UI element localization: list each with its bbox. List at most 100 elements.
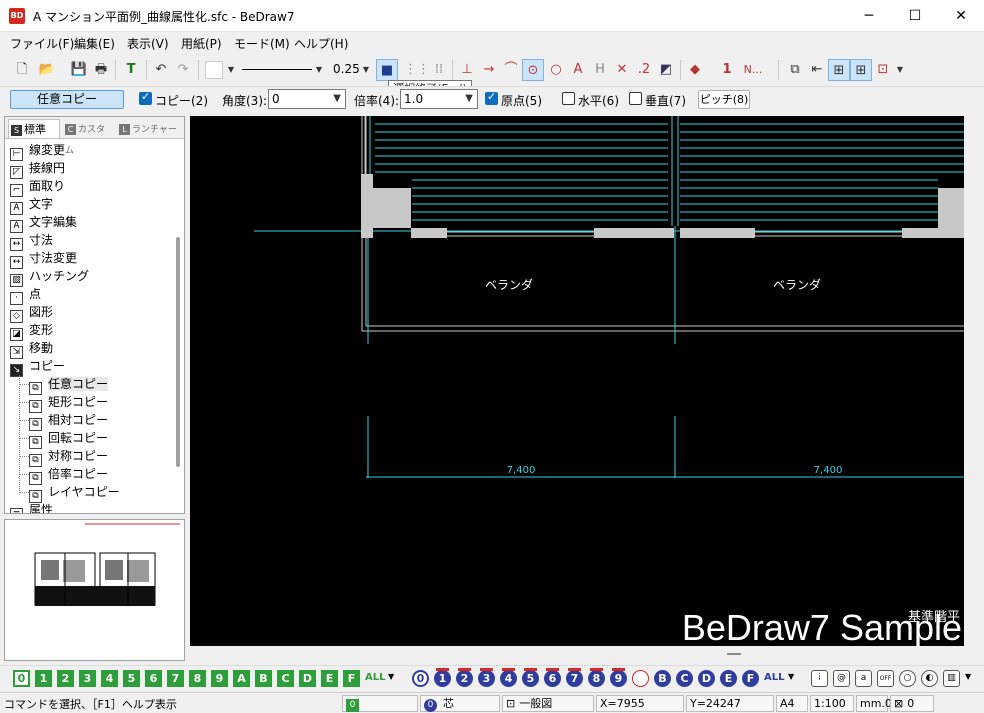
tree-item-dimension[interactable]: ↔ 寸法 [10, 231, 53, 251]
origin-checkbox[interactable] [485, 90, 498, 105]
group-9-button[interactable]: 9 [610, 668, 627, 687]
menu-edit[interactable]: 編集(E) [74, 35, 115, 52]
group-all-button[interactable]: ALL [764, 672, 784, 683]
close-button[interactable]: ✕ [938, 0, 984, 32]
group-a-button[interactable] [632, 670, 649, 687]
group-c-button[interactable]: C [676, 670, 693, 687]
tab-custom[interactable]: C カスタム [63, 119, 113, 156]
group-5-button[interactable]: 5 [522, 668, 539, 687]
layer-2-button[interactable]: 2 [57, 670, 74, 687]
layer-8-button[interactable]: 8 [189, 670, 206, 687]
tree-item-transform[interactable]: ◪ 変形 [10, 321, 53, 341]
more-dropdown-icon[interactable]: ▼ [894, 59, 906, 81]
group-0-button[interactable]: 0 [412, 670, 429, 687]
layer-5-button[interactable]: 5 [123, 670, 140, 687]
print-icon[interactable]: 🖶 [90, 59, 112, 81]
layer-icon[interactable]: ⧉ [784, 59, 806, 81]
tree-sub-arbitrary-copy[interactable]: ⧉ 任意コピー [29, 375, 109, 395]
layer-7-button[interactable]: 7 [167, 670, 184, 687]
eraser-icon[interactable]: ◆ [684, 59, 706, 81]
image-icon[interactable]: ◩ [655, 59, 677, 81]
redo-icon[interactable]: ↷ [172, 59, 194, 81]
move-icon[interactable]: ⊡ [872, 59, 894, 81]
save-icon[interactable]: 💾 [68, 59, 90, 81]
group-8-button[interactable]: 8 [588, 668, 605, 687]
menu-paper[interactable]: 用紙(P) [181, 35, 222, 52]
group-2-button[interactable]: 2 [456, 668, 473, 687]
layer-c-button[interactable]: C [277, 670, 294, 687]
layer-9-button[interactable]: 9 [211, 670, 228, 687]
angle-combo[interactable]: 0 ▼ [268, 89, 346, 109]
drawing-canvas[interactable]: ベランダ ベランダ 7,400 7,400 基準階平 BeDraw7 Sampl… [190, 116, 964, 646]
group-b-button[interactable]: B [654, 670, 671, 687]
tree-item-text-edit[interactable]: A 文字編集 [10, 213, 77, 233]
match-icon[interactable]: ⊞ [828, 59, 850, 81]
perp-snap-icon[interactable]: ⊥ [456, 59, 478, 81]
info-icon[interactable]: i [811, 670, 828, 687]
tree-item-hatching[interactable]: ▨ ハッチング [10, 267, 89, 287]
arbitrary-copy-button[interactable]: 任意コピー [10, 90, 124, 109]
tab-standard[interactable]: S 標準 [8, 119, 60, 138]
tree-item-point[interactable]: · 点 [10, 285, 41, 305]
pitch-button[interactable]: ピッチ(8) [698, 90, 750, 109]
group-1-button[interactable]: 1 [434, 668, 451, 687]
layer-b-button[interactable]: B [255, 670, 272, 687]
tree-item-figure[interactable]: ◇ 図形 [10, 303, 53, 323]
menu-mode[interactable]: モード(M) [234, 35, 290, 52]
dim-snap-icon[interactable]: H [589, 59, 611, 81]
canvas-vscroll[interactable] [966, 116, 980, 646]
circle-icon[interactable]: ○ [899, 670, 916, 687]
select-end-icon[interactable]: ■ [376, 59, 398, 81]
vertical-checkbox[interactable] [629, 92, 642, 105]
scale-combo[interactable]: 1.0 ▼ [400, 89, 478, 109]
layer-6-button[interactable]: 6 [145, 670, 162, 687]
off-icon[interactable]: OFF [877, 670, 894, 687]
tree-item-copy[interactable]: ↘ コピー [10, 357, 65, 377]
number-icon[interactable]: 1 [716, 59, 738, 81]
tree-item-tangent-circle[interactable]: ◸ 接線円 [10, 159, 65, 179]
group-f-button[interactable]: F [742, 670, 759, 687]
tree-item-move[interactable]: ⇲ 移動 [10, 339, 53, 359]
circle-snap-icon[interactable]: ○ [545, 59, 567, 81]
group-dropdown-icon[interactable]: ▼ [788, 672, 794, 681]
tree-item-dimension-change[interactable]: ↔ 寸法変更 [10, 249, 77, 269]
open-icon[interactable]: 📂 [36, 59, 58, 81]
at2-icon[interactable]: a [855, 670, 872, 687]
menu-file[interactable]: ファイル(F) [10, 35, 74, 52]
layer-1-button[interactable]: 1 [35, 670, 52, 687]
minimize-button[interactable]: ─ [846, 0, 892, 32]
panel-scroll-thumb[interactable] [176, 237, 180, 467]
half-circle-icon[interactable]: ◐ [921, 670, 938, 687]
copy-checkbox[interactable] [139, 90, 152, 105]
misc-dropdown-icon[interactable]: ▼ [965, 672, 971, 681]
line-style-icon[interactable] [242, 69, 312, 70]
cross-snap-icon[interactable]: ✕ [611, 59, 633, 81]
width-dropdown-icon[interactable]: ▼ [360, 59, 372, 81]
layer-a-button[interactable]: A [233, 670, 250, 687]
group-4-button[interactable]: 4 [500, 668, 517, 687]
text-tool-icon[interactable]: T [120, 59, 142, 81]
menu-help[interactable]: ヘルプ(H) [294, 35, 348, 52]
group-6-button[interactable]: 6 [544, 668, 561, 687]
hscroll-grip[interactable] [727, 653, 741, 655]
tree-sub-relative-copy[interactable]: ⧉ 相対コピー [29, 411, 108, 431]
horizontal-checkbox[interactable] [562, 92, 575, 105]
tree-sub-symmetric-copy[interactable]: ⧉ 対称コピー [29, 447, 108, 467]
tree-sub-scale-copy[interactable]: ⧉ 倍率コピー [29, 465, 108, 485]
tree-item-chamfer[interactable]: ⌐ 面取り [10, 177, 65, 197]
group-d-button[interactable]: D [698, 670, 715, 687]
layer-f-button[interactable]: F [343, 670, 360, 687]
layer-4-button[interactable]: 4 [101, 670, 118, 687]
n-icon[interactable]: N... [738, 59, 768, 81]
group-3-button[interactable]: 3 [478, 668, 495, 687]
back-icon[interactable]: ⇤ [806, 59, 828, 81]
color-dropdown-icon[interactable]: ▼ [225, 59, 237, 81]
maximize-button[interactable]: ☐ [892, 0, 938, 32]
layer-e-button[interactable]: E [321, 670, 338, 687]
center-snap-icon[interactable]: ⊙ [522, 59, 544, 81]
tree-item-line-change[interactable]: ⊢ 線変更 [10, 141, 65, 161]
menu-view[interactable]: 表示(V) [127, 35, 169, 52]
text-snap-icon[interactable]: A [567, 59, 589, 81]
group-7-button[interactable]: 7 [566, 668, 583, 687]
group-e-button[interactable]: E [720, 670, 737, 687]
